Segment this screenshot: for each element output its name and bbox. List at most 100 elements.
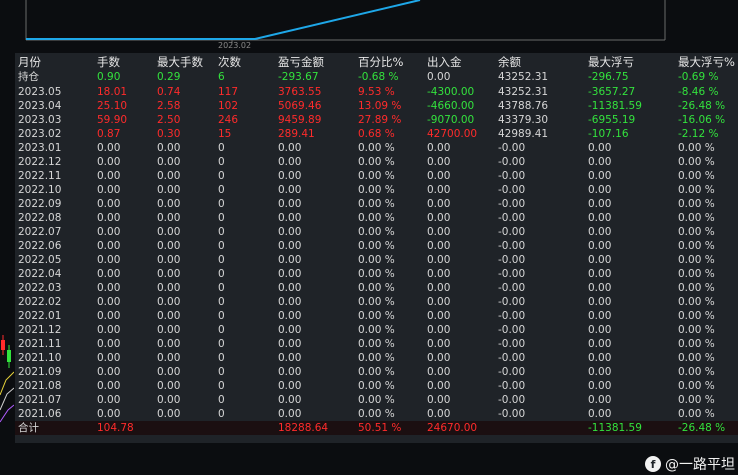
zero-month-15-col-1: 0.00 <box>97 352 121 364</box>
total-col-0: 合计 <box>18 422 39 434</box>
zero-month-0-col-6: 0.00 <box>427 142 451 154</box>
zero-month-5-col-5: 0.00 % <box>358 212 395 224</box>
zero-month-11-col-0: 2022.02 <box>18 296 62 308</box>
table-row: 2022.08 0.00 0.00 0 0.00 0.00 % 0.00 -0.00 0.00 0… <box>15 211 738 225</box>
zero-month-13-col-1: 0.00 <box>97 324 121 336</box>
zero-month-9-col-4: 0.00 <box>278 268 302 280</box>
position-col-6: 0.00 <box>427 71 451 83</box>
chart-date-label: 2023.02 <box>218 41 252 50</box>
zero-month-17-col-1: 0.00 <box>97 380 121 392</box>
zero-month-8-col-7: -0.00 <box>498 254 526 266</box>
month-2-col-2: 2.50 <box>157 114 181 126</box>
zero-month-15-col-7: -0.00 <box>498 352 526 364</box>
month-0-col-5: 9.53 % <box>358 86 395 98</box>
zero-month-17-col-9: 0.00 % <box>678 380 715 392</box>
zero-month-13-col-6: 0.00 <box>427 324 451 336</box>
zero-month-11-col-7: -0.00 <box>498 296 526 308</box>
zero-month-6-col-8: 0.00 <box>588 226 612 238</box>
position-row: 持仓 0.90 0.29 6 -293.67 -0.68 % 0.00 43252.31 -29… <box>15 70 738 84</box>
zero-month-11-col-1: 0.00 <box>97 296 121 308</box>
zero-month-3-col-1: 0.00 <box>97 184 121 196</box>
zero-month-14-col-5: 0.00 % <box>358 338 395 350</box>
zero-month-2-col-4: 0.00 <box>278 170 302 182</box>
zero-month-5-col-0: 2022.08 <box>18 212 62 224</box>
zero-month-8-col-8: 0.00 <box>588 254 612 266</box>
zero-month-14-col-3: 0 <box>218 338 225 350</box>
zero-month-18-col-6: 0.00 <box>427 394 451 406</box>
table-row: 2023.04 25.10 2.58 102 5069.46 13.09 % -4660.0… <box>15 99 738 113</box>
month-3-col-7: 42989.41 <box>498 128 549 140</box>
zero-month-1-col-9: 0.00 % <box>678 156 715 168</box>
table-row: 2021.08 0.00 0.00 0 0.00 0.00 % 0.00 -0.00 0.00 0… <box>15 379 738 393</box>
header-col-4: 盈亏金额 <box>278 55 324 69</box>
zero-month-18-col-9: 0.00 % <box>678 394 715 406</box>
zero-month-2-col-8: 0.00 <box>588 170 612 182</box>
zero-month-5-col-2: 0.00 <box>157 212 181 224</box>
zero-month-12-col-4: 0.00 <box>278 310 302 322</box>
zero-month-16-col-1: 0.00 <box>97 366 121 378</box>
zero-month-16-col-6: 0.00 <box>427 366 451 378</box>
zero-month-18-col-4: 0.00 <box>278 394 302 406</box>
equity-line <box>26 0 421 40</box>
position-col-3: 6 <box>218 71 225 83</box>
zero-month-8-col-0: 2022.05 <box>18 254 62 266</box>
position-col-8: -296.75 <box>588 71 629 83</box>
total-col-1: 104.78 <box>97 422 134 434</box>
month-1-col-9: -26.48 % <box>678 100 726 112</box>
left-price-strip <box>0 50 14 443</box>
zero-month-8-col-9: 0.00 % <box>678 254 715 266</box>
strip-candle-body-2 <box>7 350 11 362</box>
zero-month-1-col-7: -0.00 <box>498 156 526 168</box>
month-1-col-5: 13.09 % <box>358 100 402 112</box>
table-row: 2021.12 0.00 0.00 0 0.00 0.00 % 0.00 -0.00 0.00 0… <box>15 323 738 337</box>
zero-month-8-col-2: 0.00 <box>157 254 181 266</box>
month-3-col-6: 42700.00 <box>427 128 478 140</box>
zero-month-10-col-5: 0.00 % <box>358 282 395 294</box>
position-col-5: -0.68 % <box>358 71 399 83</box>
month-0-col-6: -4300.00 <box>427 86 475 98</box>
zero-month-7-col-2: 0.00 <box>157 240 181 252</box>
month-1-col-0: 2023.04 <box>18 100 62 112</box>
zero-month-10-col-6: 0.00 <box>427 282 451 294</box>
zero-month-15-col-2: 0.00 <box>157 352 181 364</box>
zero-month-2-col-5: 0.00 % <box>358 170 395 182</box>
zero-month-13-col-3: 0 <box>218 324 225 336</box>
zero-month-1-col-0: 2022.12 <box>18 156 62 168</box>
zero-month-1-col-3: 0 <box>218 156 225 168</box>
month-0-col-1: 18.01 <box>97 86 128 98</box>
zero-month-19-col-4: 0.00 <box>278 408 302 420</box>
zero-month-14-col-0: 2021.11 <box>18 338 62 350</box>
zero-month-17-col-4: 0.00 <box>278 380 302 392</box>
zero-month-19-col-9: 0.00 % <box>678 408 715 420</box>
month-2-col-4: 9459.89 <box>278 114 322 126</box>
month-3-col-5: 0.68 % <box>358 128 395 140</box>
zero-month-10-col-8: 0.00 <box>588 282 612 294</box>
table-row: 2022.02 0.00 0.00 0 0.00 0.00 % 0.00 -0.00 0.00 0… <box>15 295 738 309</box>
zero-month-17-col-2: 0.00 <box>157 380 181 392</box>
zero-month-19-col-0: 2021.06 <box>18 408 62 420</box>
zero-month-14-col-1: 0.00 <box>97 338 121 350</box>
zero-month-12-col-3: 0 <box>218 310 225 322</box>
zero-month-0-col-9: 0.00 % <box>678 142 715 154</box>
zero-month-5-col-8: 0.00 <box>588 212 612 224</box>
zero-month-13-col-0: 2021.12 <box>18 324 62 336</box>
month-0-col-7: 43252.31 <box>498 86 549 98</box>
zero-month-6-col-0: 2022.07 <box>18 226 62 238</box>
header-col-6: 出入金 <box>427 55 462 69</box>
month-3-col-2: 0.30 <box>157 128 181 140</box>
zero-month-15-col-0: 2021.10 <box>18 352 62 364</box>
table-row: 2021.11 0.00 0.00 0 0.00 0.00 % 0.00 -0.00 0.00 0… <box>15 337 738 351</box>
zero-month-5-col-6: 0.00 <box>427 212 451 224</box>
zero-month-3-col-6: 0.00 <box>427 184 451 196</box>
strip-candle-body-1 <box>1 340 5 350</box>
zero-month-15-col-4: 0.00 <box>278 352 302 364</box>
zero-month-6-col-9: 0.00 % <box>678 226 715 238</box>
zero-month-15-col-3: 0 <box>218 352 225 364</box>
zero-month-2-col-7: -0.00 <box>498 170 526 182</box>
position-col-7: 43252.31 <box>498 71 549 83</box>
table-row: 2022.01 0.00 0.00 0 0.00 0.00 % 0.00 -0.00 0.00 0… <box>15 309 738 323</box>
zero-month-7-col-3: 0 <box>218 240 225 252</box>
table-row: 2022.09 0.00 0.00 0 0.00 0.00 % 0.00 -0.00 0.00 0… <box>15 197 738 211</box>
zero-month-4-col-4: 0.00 <box>278 198 302 210</box>
zero-month-16-col-7: -0.00 <box>498 366 526 378</box>
